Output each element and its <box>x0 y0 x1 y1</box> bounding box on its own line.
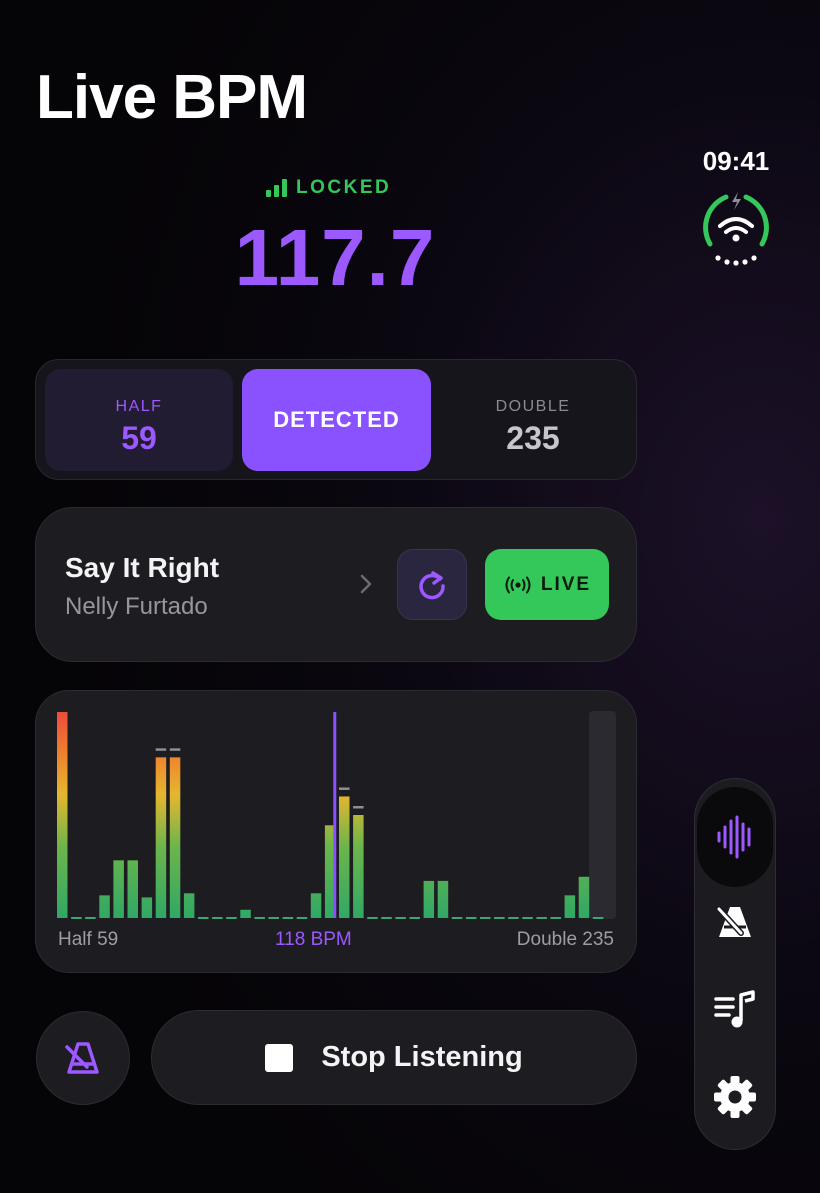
refresh-button[interactable] <box>397 549 467 620</box>
histogram-right-label: Double 235 <box>516 929 614 950</box>
histogram-bar <box>113 860 124 918</box>
histogram-bar <box>367 917 378 919</box>
double-label: DOUBLE <box>495 398 571 415</box>
histogram-center-label: 118 BPM <box>275 929 352 950</box>
histogram-bar <box>155 757 167 918</box>
histogram-peak-mark <box>339 787 350 790</box>
histogram-bar <box>127 860 138 918</box>
histogram-bar <box>240 909 251 918</box>
tempo-selector: HALF 59 DETECTED DOUBLE 235 <box>35 359 637 480</box>
page-title: Live BPM <box>36 63 308 132</box>
histogram-bar <box>226 917 237 919</box>
histogram-bar <box>85 917 96 919</box>
side-rail <box>694 778 776 1150</box>
histogram-left-label: Half 59 <box>58 929 119 950</box>
histogram-bar <box>508 917 519 919</box>
chevron-right-icon[interactable] <box>356 572 376 596</box>
histogram-bar <box>282 917 294 919</box>
histogram-bar <box>409 917 420 919</box>
broadcast-icon <box>505 576 531 593</box>
histogram-bar <box>339 796 350 918</box>
histogram-bar <box>353 815 364 918</box>
histogram-peak-mark <box>169 748 181 751</box>
playlist-icon <box>714 990 755 1028</box>
histogram-bar <box>578 876 590 918</box>
metronome-icon <box>65 1042 99 1074</box>
live-label: LIVE <box>540 573 592 595</box>
histogram-bar <box>550 917 561 919</box>
histogram-bar <box>395 917 406 919</box>
histogram-bar <box>198 917 209 919</box>
half-tempo-option[interactable]: HALF 59 <box>45 369 233 471</box>
histogram-bar <box>494 917 505 919</box>
rail-item-playlist[interactable] <box>699 973 771 1045</box>
histogram-bar <box>480 917 491 919</box>
histogram-bar <box>381 917 392 919</box>
double-tempo-option[interactable]: DOUBLE 235 <box>439 369 627 471</box>
histogram-bar <box>536 917 547 919</box>
histogram-peak-mark <box>155 748 167 751</box>
rail-item-metronome[interactable] <box>699 887 771 959</box>
rail-item-waveform[interactable] <box>697 787 773 887</box>
stop-listening-label: Stop Listening <box>321 1041 523 1073</box>
histogram-bar <box>465 917 477 919</box>
status-time: 09:41 <box>702 146 770 176</box>
gear-icon <box>714 1076 756 1118</box>
metronome-icon <box>716 906 751 937</box>
histogram-bar <box>57 712 68 918</box>
detected-tempo-option[interactable]: DETECTED <box>242 369 431 471</box>
bpm-readout: 117.7 <box>234 213 436 302</box>
refresh-icon <box>419 570 445 599</box>
double-value: 235 <box>506 420 560 456</box>
metronome-button[interactable] <box>36 1011 130 1105</box>
stop-icon <box>265 1043 294 1072</box>
histogram-bar <box>423 880 435 918</box>
histogram-bar <box>141 897 153 918</box>
rail-item-settings[interactable] <box>699 1061 771 1133</box>
histogram-bar <box>254 917 265 919</box>
waveform-icon <box>717 815 751 859</box>
histogram-bar <box>437 880 449 918</box>
half-value: 59 <box>121 420 157 456</box>
histogram-bar <box>592 917 604 919</box>
live-button[interactable]: LIVE <box>485 549 609 620</box>
histogram-bar <box>71 917 82 919</box>
track-card[interactable]: Say It Right Nelly Furtado LIVE <box>35 507 637 662</box>
track-title: Say It Right <box>65 552 220 583</box>
histogram-bar <box>169 757 181 918</box>
stop-listening-button[interactable]: Stop Listening <box>151 1010 637 1105</box>
histogram-right-track <box>589 711 616 919</box>
histogram-bar <box>99 895 110 918</box>
histogram-bar <box>310 893 322 918</box>
histogram-peak-mark <box>353 806 364 809</box>
histogram-bar <box>212 917 223 919</box>
histogram-bar <box>183 893 195 918</box>
signal-bars-icon <box>266 179 287 197</box>
track-artist: Nelly Furtado <box>65 593 208 620</box>
histogram-bar <box>451 917 463 919</box>
bpm-histogram: Half 59 118 BPM Double 235 <box>35 690 637 973</box>
wifi-battery-ring-icon <box>703 192 769 266</box>
histogram-bar <box>564 895 576 918</box>
lock-status: LOCKED <box>266 177 391 199</box>
histogram-bar <box>268 917 279 919</box>
half-label: HALF <box>115 398 163 415</box>
histogram-bar <box>296 917 308 919</box>
histogram-bpm-marker <box>333 712 337 918</box>
lock-status-label: LOCKED <box>296 177 392 198</box>
histogram-bar <box>522 917 533 919</box>
